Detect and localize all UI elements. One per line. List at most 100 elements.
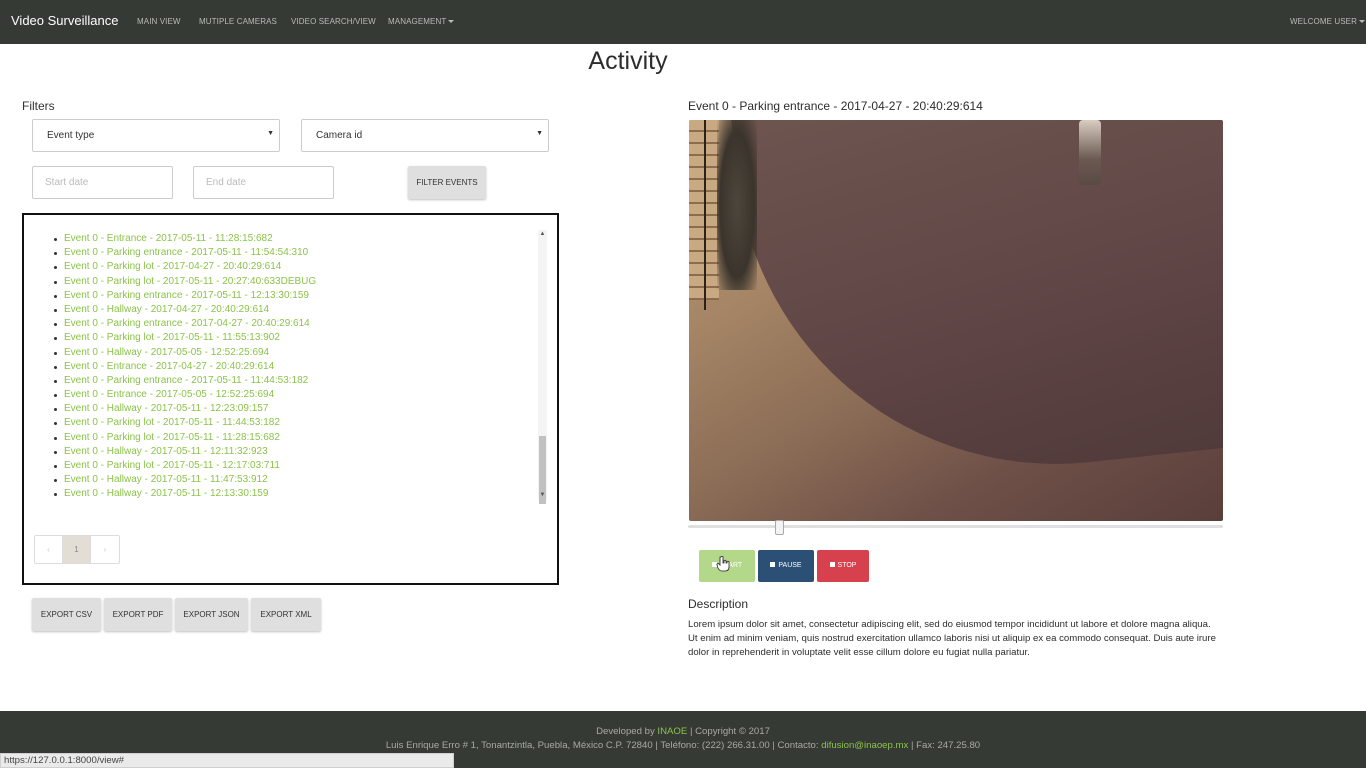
dropdown-arrow-icon: ▼ [536,130,543,137]
event-link[interactable]: Event 0 - Parking lot - 2017-05-11 - 11:… [64,332,280,343]
event-list-panel: Event 0 - Entrance - 2017-05-11 - 11:28:… [22,213,559,585]
filter-events-button[interactable]: FILTER EVENTS [408,166,486,199]
video-title: Event 0 - Parking entrance - 2017-04-27 … [688,99,983,113]
page-title: Activity [588,47,668,75]
event-link[interactable]: Event 0 - Entrance - 2017-05-11 - 11:28:… [64,233,273,244]
pagination-page-1[interactable]: 1 [63,536,91,563]
bullet-icon [54,308,57,312]
bullet-icon [54,238,57,241]
event-link[interactable]: Event 0 - Hallway - 2017-05-11 - 12:13:3… [64,488,268,499]
pause-button[interactable]: PAUSE [758,550,814,582]
nav-video-search[interactable]: VIDEO SEARCH/VIEW [291,17,376,26]
event-link[interactable]: Event 0 - Parking lot - 2017-04-27 - 20:… [64,261,281,272]
event-link[interactable]: Event 0 - Parking lot - 2017-05-11 - 11:… [64,417,280,428]
event-list-item[interactable]: Event 0 - Entrance - 2017-04-27 - 20:40:… [54,360,316,374]
export-xml-button[interactable]: EXPORT XML [251,598,321,631]
event-list-item[interactable]: Event 0 - Parking lot - 2017-05-11 - 11:… [54,331,316,345]
event-list-item[interactable]: Event 0 - Parking entrance - 2017-05-11 … [54,289,316,303]
event-link[interactable]: Event 0 - Hallway - 2017-05-11 - 11:47:5… [64,474,268,485]
event-link[interactable]: Event 0 - Parking entrance - 2017-05-11 … [64,375,308,386]
bullet-icon [54,252,57,256]
event-list-scrollbar[interactable]: ▲ ▼ [538,230,547,504]
event-link[interactable]: Event 0 - Parking entrance - 2017-05-11 … [64,290,309,301]
event-list-item[interactable]: Event 0 - Parking lot - 2017-04-27 - 20:… [54,260,316,274]
event-list-item[interactable]: Event 0 - Hallway - 2017-04-27 - 20:40:2… [54,303,316,317]
nav-main-view[interactable]: MAIN VIEW [137,17,181,26]
event-list-item[interactable]: Event 0 - Hallway - 2017-05-11 - 11:47:5… [54,473,316,487]
hand-cursor-icon [716,556,730,572]
bullet-icon [54,493,57,497]
event-list-item[interactable]: Event 0 - Entrance - 2017-05-05 - 12:52:… [54,388,316,402]
seek-handle[interactable] [774,520,784,535]
bullet-icon [54,351,57,355]
event-list-item[interactable]: Event 0 - Parking lot - 2017-05-11 - 11:… [54,416,316,430]
video-frame-pole [704,120,706,310]
footer-credits: Developed by INAOE | Copyright © 2017 [0,726,1366,737]
event-list-item[interactable]: Event 0 - Parking lot - 2017-05-11 - 20:… [54,275,316,289]
nav-management-label: MANAGEMENT [388,17,447,26]
event-list-item[interactable]: Event 0 - Hallway - 2017-05-11 - 12:23:0… [54,402,316,416]
caret-down-icon [1359,20,1365,24]
footer-copyright: | Copyright © 2017 [687,726,770,737]
dropdown-arrow-icon: ▼ [267,130,274,137]
event-list-item[interactable]: Event 0 - Parking entrance - 2017-05-11 … [54,374,316,388]
event-link[interactable]: Event 0 - Parking entrance - 2017-04-27 … [64,318,310,329]
video-player[interactable] [689,120,1223,521]
event-type-value: Event type [47,130,95,141]
footer-developed-prefix: Developed by [596,726,658,737]
camera-id-select[interactable]: Camera id ▼ [301,119,549,152]
bullet-icon [54,394,57,398]
pagination-prev[interactable]: ‹ [35,536,63,563]
event-list-item[interactable]: Event 0 - Entrance - 2017-05-11 - 11:28:… [54,232,316,246]
start-date-input[interactable]: Start date [32,166,173,199]
event-link[interactable]: Event 0 - Hallway - 2017-05-05 - 12:52:2… [64,347,269,358]
event-link[interactable]: Event 0 - Hallway - 2017-05-11 - 12:11:3… [64,446,268,457]
event-link[interactable]: Event 0 - Parking entrance - 2017-05-11 … [64,247,308,258]
event-link[interactable]: Event 0 - Entrance - 2017-05-05 - 12:52:… [64,389,274,400]
event-list-item[interactable]: Event 0 - Parking lot - 2017-05-11 - 12:… [54,459,316,473]
bullet-icon [54,280,57,284]
footer-address-text: Luis Enrique Erro # 1, Tonantzintla, Pue… [385,740,822,751]
event-type-select[interactable]: Event type ▼ [32,119,280,152]
event-link[interactable]: Event 0 - Parking lot - 2017-05-11 - 20:… [64,276,316,287]
export-json-button[interactable]: EXPORT JSON [175,598,248,631]
event-link[interactable]: Event 0 - Hallway - 2017-04-27 - 20:40:2… [64,304,269,315]
event-list-item[interactable]: Event 0 - Hallway - 2017-05-05 - 12:52:2… [54,346,316,360]
video-frame-person [1079,120,1101,185]
pause-label: PAUSE [778,562,802,569]
pagination: ‹ 1 › [34,535,120,564]
pagination-next[interactable]: › [91,536,119,563]
footer-inaoe-link[interactable]: INAOE [657,726,687,737]
filters-heading: Filters [22,99,55,113]
event-list-item[interactable]: Event 0 - Hallway - 2017-05-11 - 12:13:3… [54,487,316,501]
nav-management-dropdown[interactable]: MANAGEMENT [388,17,455,26]
scroll-up-icon[interactable]: ▲ [538,231,547,237]
event-link[interactable]: Event 0 - Hallway - 2017-05-11 - 12:23:0… [64,403,268,414]
bullet-icon [54,465,57,468]
stop-icon [829,562,835,567]
stop-button[interactable]: STOP [817,550,869,582]
bullet-icon [54,266,57,270]
export-csv-button[interactable]: EXPORT CSV [32,598,101,631]
event-link[interactable]: Event 0 - Parking lot - 2017-05-11 - 11:… [64,432,280,443]
description-heading: Description [688,597,749,611]
nav-multiple-cameras[interactable]: MUTIPLE CAMERAS [199,17,277,26]
video-seek-bar[interactable] [688,525,1223,528]
event-list-item[interactable]: Event 0 - Parking entrance - 2017-05-11 … [54,246,316,260]
bullet-icon [54,422,57,426]
user-menu-dropdown[interactable]: WELCOME USER [1290,17,1365,26]
event-link[interactable]: Event 0 - Parking lot - 2017-05-11 - 12:… [64,460,280,471]
event-link[interactable]: Event 0 - Entrance - 2017-04-27 - 20:40:… [64,361,274,372]
footer-address: Luis Enrique Erro # 1, Tonantzintla, Pue… [0,740,1366,751]
stop-label: STOP [837,562,857,569]
event-list-item[interactable]: Event 0 - Parking lot - 2017-05-11 - 11:… [54,431,316,445]
caret-down-icon [448,20,455,24]
brand-link[interactable]: Video Surveillance [11,13,118,28]
export-pdf-button[interactable]: EXPORT PDF [104,598,172,631]
event-list-item[interactable]: Event 0 - Parking entrance - 2017-04-27 … [54,317,316,331]
event-list: Event 0 - Entrance - 2017-05-11 - 11:28:… [54,232,316,502]
scroll-down-icon[interactable]: ▼ [538,492,547,498]
event-list-item[interactable]: Event 0 - Hallway - 2017-05-11 - 12:11:3… [54,445,316,459]
end-date-input[interactable]: End date [193,166,334,199]
footer-email-link[interactable]: difusion@inaoep.mx [821,740,908,751]
